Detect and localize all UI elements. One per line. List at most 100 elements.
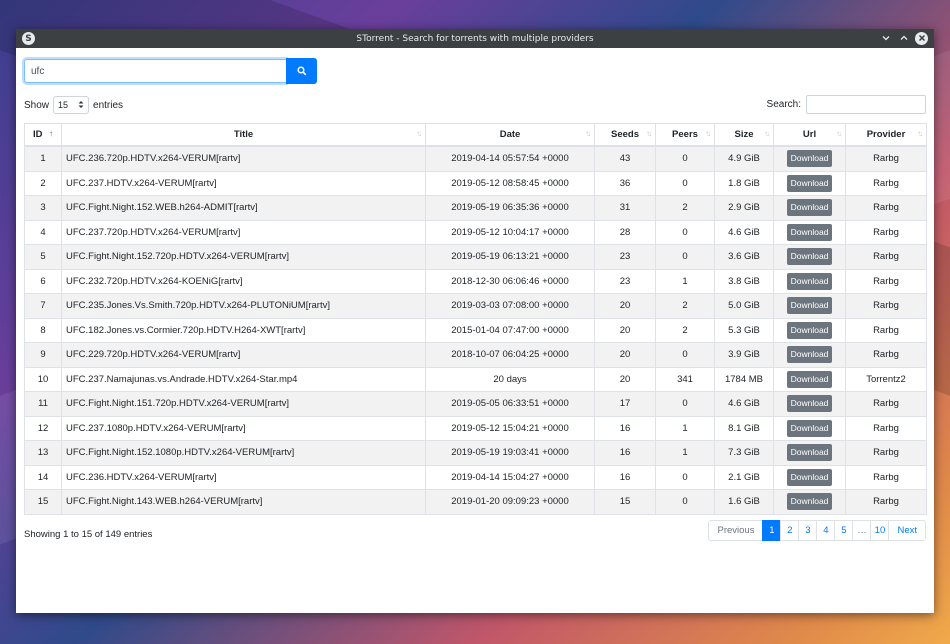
cell-peers: 0 (655, 489, 715, 515)
table-row: 15 UFC.Fight.Night.143.WEB.h264-VERUM[rar… (24, 489, 927, 515)
download-button[interactable]: Download (786, 272, 833, 290)
cell-title: UFC.Fight.Night.151.720p.HDTV.x264-VERUM… (61, 391, 426, 417)
cell-provider: Rarbg (845, 489, 927, 515)
cell-url: Download (773, 268, 846, 294)
column-header-size[interactable]: Size ↑↓ (714, 123, 774, 147)
download-button[interactable]: Download (786, 321, 833, 339)
table-filter: Search: (767, 95, 926, 114)
cell-provider: Rarbg (845, 317, 927, 343)
length-suffix: entries (93, 99, 124, 111)
download-button[interactable]: Download (786, 346, 833, 364)
download-button[interactable]: Download (786, 468, 833, 486)
download-button[interactable]: Download (786, 297, 833, 315)
column-header-date[interactable]: Date ↑↓ (425, 123, 595, 147)
download-button[interactable]: Download (786, 174, 833, 192)
close-icon[interactable] (915, 31, 928, 45)
chevron-down-icon[interactable] (879, 31, 893, 45)
cell-provider: Rarbg (845, 464, 927, 490)
cell-title: UFC.237.HDTV.x264-VERUM[rartv] (61, 170, 426, 196)
download-button[interactable]: Download (786, 248, 833, 266)
filter-input[interactable] (806, 95, 926, 114)
cell-date: 2019-04-14 15:04:27 +0000 (425, 464, 595, 490)
table-row: 1 UFC.236.720p.HDTV.x264-VERUM[rartv] 2019… (24, 145, 927, 172)
page-length-select[interactable]: 15 (53, 96, 90, 114)
cell-peers: 0 (655, 391, 715, 417)
page-button-2[interactable]: 2 (780, 520, 800, 541)
cell-date: 2019-05-05 06:33:51 +0000 (425, 391, 595, 417)
cell-size: 4.6 GiB (714, 219, 774, 245)
page-button-5[interactable]: 5 (834, 520, 854, 541)
cell-seeds: 16 (594, 415, 656, 441)
cell-seeds: 28 (594, 219, 656, 245)
cell-size: 2.1 GiB (714, 464, 774, 490)
cell-title: UFC.237.1080p.HDTV.x264-VERUM[rartv] (61, 415, 426, 441)
column-header-label: Peers (672, 129, 698, 140)
download-button[interactable]: Download (786, 444, 833, 462)
cell-provider: Rarbg (845, 268, 927, 294)
cell-peers: 0 (655, 342, 715, 368)
download-button[interactable]: Download (786, 493, 833, 511)
cell-id: 1 (24, 145, 62, 172)
cell-seeds: 20 (594, 366, 656, 392)
table-row: 14 UFC.236.HDTV.x264-VERUM[rartv] 2019-04-… (24, 464, 927, 490)
cell-seeds: 43 (594, 145, 656, 172)
page-button-3[interactable]: 3 (798, 520, 818, 541)
download-button[interactable]: Download (786, 370, 833, 388)
cell-date: 2019-05-19 06:13:21 +0000 (425, 244, 595, 270)
cell-seeds: 31 (594, 195, 656, 221)
cell-seeds: 20 (594, 317, 656, 343)
cell-url: Download (773, 195, 846, 221)
column-header-label: ID (33, 129, 43, 140)
cell-provider: Rarbg (845, 244, 927, 270)
cell-id: 8 (24, 317, 62, 343)
cell-size: 5.0 GiB (714, 293, 774, 319)
table-row: 9 UFC.229.720p.HDTV.x264-VERUM[rartv] 2018… (24, 342, 927, 368)
cell-peers: 1 (655, 440, 715, 466)
cell-provider: Torrentz2 (845, 366, 927, 392)
cell-id: 4 (24, 219, 62, 245)
column-header-provider[interactable]: Provider ↑↓ (845, 123, 927, 147)
cell-id: 9 (24, 342, 62, 368)
search-button[interactable] (286, 58, 317, 84)
cell-id: 12 (24, 415, 62, 441)
page-button-10[interactable]: 10 (870, 520, 890, 541)
search-icon (296, 64, 307, 79)
cell-url: Download (773, 293, 846, 319)
column-header-label: Provider (866, 129, 906, 140)
chevron-up-icon[interactable] (897, 31, 911, 45)
column-header-seeds[interactable]: Seeds ↑↓ (594, 123, 656, 147)
cell-date: 20 days (425, 366, 595, 392)
download-button[interactable]: Download (786, 419, 833, 437)
column-header-peers[interactable]: Peers ↑↓ (655, 123, 715, 147)
cell-seeds: 23 (594, 244, 656, 270)
download-button[interactable]: Download (786, 150, 833, 168)
cell-size: 7.3 GiB (714, 440, 774, 466)
cell-id: 5 (24, 244, 62, 270)
cell-title: UFC.236.720p.HDTV.x264-VERUM[rartv] (61, 145, 426, 172)
cell-peers: 2 (655, 293, 715, 319)
next-page-button[interactable]: Next (888, 520, 926, 541)
cell-seeds: 15 (594, 489, 656, 515)
column-header-title[interactable]: Title ↑↓ (61, 123, 426, 147)
page-button-4[interactable]: 4 (816, 520, 836, 541)
column-header-url[interactable]: Url ↑↓ (773, 123, 846, 147)
cell-date: 2019-05-12 10:04:17 +0000 (425, 219, 595, 245)
cell-date: 2019-03-03 07:08:00 +0000 (425, 293, 595, 319)
page-button-1[interactable]: 1 (762, 520, 782, 541)
cell-date: 2018-12-30 06:06:46 +0000 (425, 268, 595, 294)
table-header-row: ID ↑ Title ↑↓ Date ↑↓ Seeds ↑↓ Peers ↑↓ Size ↑↓ Url ↑… (24, 123, 927, 147)
search-input[interactable] (24, 59, 286, 83)
app-window: S STorrent - Search for torrents with mu… (16, 29, 934, 613)
table-row: 10 UFC.237.Namajunas.vs.Andrade.HDTV.x264… (24, 366, 927, 392)
download-button[interactable]: Download (786, 395, 833, 413)
search-bar (24, 58, 317, 84)
download-button[interactable]: Download (786, 199, 833, 217)
cell-date: 2019-04-14 05:57:54 +0000 (425, 145, 595, 172)
column-header-label: Seeds (611, 129, 639, 140)
table-row: 8 UFC.182.Jones.vs.Cormier.720p.HDTV.H264… (24, 317, 927, 343)
sort-icon: ↑↓ (585, 129, 591, 138)
column-header-id[interactable]: ID ↑ (24, 123, 62, 147)
previous-page-button[interactable]: Previous (708, 520, 764, 541)
cell-size: 4.6 GiB (714, 391, 774, 417)
download-button[interactable]: Download (786, 223, 833, 241)
